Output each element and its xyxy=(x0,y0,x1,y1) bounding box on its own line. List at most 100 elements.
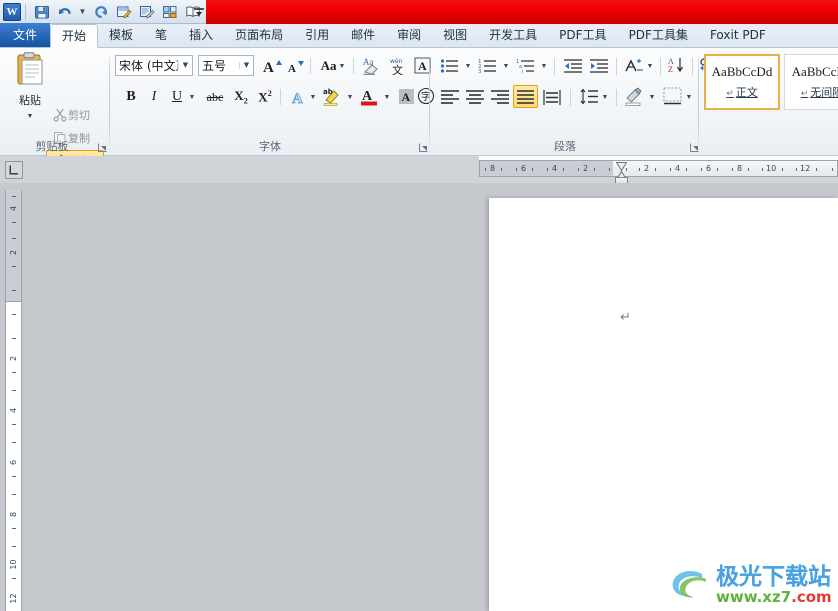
redo-icon[interactable] xyxy=(90,2,111,22)
group-font: 宋体 (中文正) ▼ 五号 ▼ A A Aa xyxy=(110,48,435,156)
svg-text:A: A xyxy=(292,91,303,106)
vertical-ruler[interactable]: 4 2 2 4 6 8 10 12 xyxy=(5,190,22,611)
tab-selector-button[interactable] xyxy=(4,160,23,179)
review-doc-icon[interactable] xyxy=(136,2,157,22)
bold-button[interactable]: B xyxy=(120,86,142,108)
increase-indent-button[interactable] xyxy=(587,55,611,77)
tab-review[interactable]: 审阅 xyxy=(386,24,432,47)
align-distribute-button[interactable] xyxy=(540,86,564,108)
align-justify-button[interactable] xyxy=(513,85,538,108)
superscript-button[interactable]: X2 xyxy=(254,86,276,108)
tab-developer[interactable]: 开发工具 xyxy=(478,24,548,47)
phonetic-guide-button[interactable]: wén 文 xyxy=(386,54,410,76)
aurora-logo-icon xyxy=(672,570,706,598)
scissors-icon xyxy=(51,108,68,122)
font-size-dropdown-icon[interactable]: ▼ xyxy=(239,62,253,69)
style-normal[interactable]: AaBbCcDd ↵ 正文 xyxy=(704,54,780,110)
asian-layout-dropdown-icon[interactable]: ▼ xyxy=(644,55,656,77)
tab-pen[interactable]: 笔 xyxy=(144,24,178,47)
font-size-combo[interactable]: 五号 ▼ xyxy=(198,55,254,76)
shrink-font-button[interactable]: A xyxy=(286,55,308,77)
svg-text:3: 3 xyxy=(478,69,482,74)
style-no-spacing[interactable]: AaBbCcDd ↵无间隔 xyxy=(784,54,838,110)
character-shading-button[interactable]: A xyxy=(396,85,416,107)
document-page[interactable] xyxy=(489,198,838,611)
tab-foxit-pdf[interactable]: Foxit PDF xyxy=(699,24,777,47)
highlight-dropdown-icon[interactable]: ▼ xyxy=(344,86,356,108)
pilcrow-icon-2: ↵ xyxy=(800,89,809,99)
red-title-banner xyxy=(206,0,838,24)
tab-file[interactable]: 文件 xyxy=(0,23,51,47)
save-icon[interactable] xyxy=(31,2,52,22)
sort-button[interactable]: A Z xyxy=(666,54,688,76)
first-line-indent-marker[interactable] xyxy=(615,158,628,172)
change-case-button[interactable]: Aa ▼ xyxy=(318,55,348,77)
tab-pdf-toolset[interactable]: PDF工具集 xyxy=(618,24,699,47)
tab-page-layout[interactable]: 页面布局 xyxy=(224,24,294,47)
tab-home[interactable]: 开始 xyxy=(50,24,99,48)
numbering-dropdown-icon[interactable]: ▼ xyxy=(500,55,512,77)
tab-pdf-tools[interactable]: PDF工具 xyxy=(548,24,617,47)
cut-button[interactable]: 剪切 xyxy=(48,104,93,125)
undo-dropdown-icon[interactable]: ▼ xyxy=(77,2,88,22)
bullets-button[interactable] xyxy=(438,55,462,77)
tab-view[interactable]: 视图 xyxy=(432,24,478,47)
hruler-mark-6r: 6 xyxy=(706,164,712,173)
edit-doc-icon[interactable] xyxy=(113,2,134,22)
tab-selector-corner xyxy=(0,156,27,183)
borders-dropdown-icon[interactable]: ▼ xyxy=(683,86,695,108)
clear-formatting-button[interactable]: Aa xyxy=(360,54,384,76)
vruler-mark-4w: 4 xyxy=(9,407,18,414)
hruler-mark-8r: 8 xyxy=(737,164,743,173)
word-logo-icon[interactable]: W xyxy=(3,2,21,21)
tab-references[interactable]: 引用 xyxy=(294,24,340,47)
title-bar: W ▼ xyxy=(0,0,838,24)
font-color-dropdown-icon[interactable]: ▼ xyxy=(381,86,393,108)
borders-button[interactable] xyxy=(661,85,683,107)
group-label-font: 字体 xyxy=(259,140,281,153)
text-effects-dropdown-icon[interactable]: ▼ xyxy=(307,86,319,108)
undo-icon[interactable] xyxy=(54,2,75,22)
subscript-button[interactable]: X2 xyxy=(230,86,252,108)
grow-font-button[interactable]: A xyxy=(262,55,284,77)
underline-dropdown-icon[interactable]: ▼ xyxy=(186,86,198,108)
svg-text:i: i xyxy=(522,69,523,74)
shading-dropdown-icon[interactable]: ▼ xyxy=(646,86,658,108)
tab-mailings[interactable]: 邮件 xyxy=(340,24,386,47)
paste-button[interactable]: 粘贴 ▼ xyxy=(8,52,52,124)
clipboard-dialog-launcher[interactable] xyxy=(96,141,108,153)
font-name-combo[interactable]: 宋体 (中文正) ▼ xyxy=(115,55,193,76)
italic-button[interactable]: I xyxy=(143,86,165,108)
font-dialog-launcher[interactable] xyxy=(417,141,429,153)
font-size-value: 五号 xyxy=(202,59,227,73)
multilevel-dropdown-icon[interactable]: ▼ xyxy=(538,55,550,77)
paste-dropdown-icon[interactable]: ▼ xyxy=(27,109,34,121)
tab-insert[interactable]: 插入 xyxy=(178,24,224,47)
numbering-button[interactable]: 1 2 3 xyxy=(476,55,500,77)
strikethrough-button[interactable]: abc xyxy=(202,86,228,108)
decrease-indent-button[interactable] xyxy=(561,55,585,77)
highlight-color-button[interactable]: ab xyxy=(321,85,343,107)
asian-layout-button[interactable] xyxy=(623,55,645,77)
multilevel-list-button[interactable]: 1 a i xyxy=(514,55,538,77)
line-spacing-dropdown-icon[interactable]: ▼ xyxy=(599,86,611,108)
shading-button[interactable] xyxy=(622,85,646,107)
vruler-mark-8w: 8 xyxy=(9,511,18,518)
hruler-mark-8l: 8 xyxy=(490,164,496,173)
horizontal-ruler[interactable]: 8 6 4 2 2 4 6 8 10 12 xyxy=(479,160,838,177)
layout-icon[interactable] xyxy=(159,2,180,22)
hanging-indent-marker[interactable] xyxy=(615,167,628,180)
font-name-dropdown-icon[interactable]: ▼ xyxy=(178,62,192,69)
pilcrow-icon: ↵ xyxy=(726,89,734,99)
group-clipboard: 粘贴 ▼ 剪切 复制 剪贴板 xyxy=(0,48,110,171)
cut-label: 剪切 xyxy=(68,108,90,122)
tab-template[interactable]: 模板 xyxy=(98,24,144,47)
bullets-dropdown-icon[interactable]: ▼ xyxy=(462,55,474,77)
align-left-button[interactable] xyxy=(438,86,462,108)
align-center-button[interactable] xyxy=(463,86,487,108)
align-right-button[interactable] xyxy=(488,86,512,108)
underline-button[interactable]: U xyxy=(166,86,188,108)
customize-qat-icon[interactable] xyxy=(193,2,205,22)
font-color-button[interactable]: A xyxy=(358,85,380,107)
line-spacing-button[interactable] xyxy=(578,85,600,107)
